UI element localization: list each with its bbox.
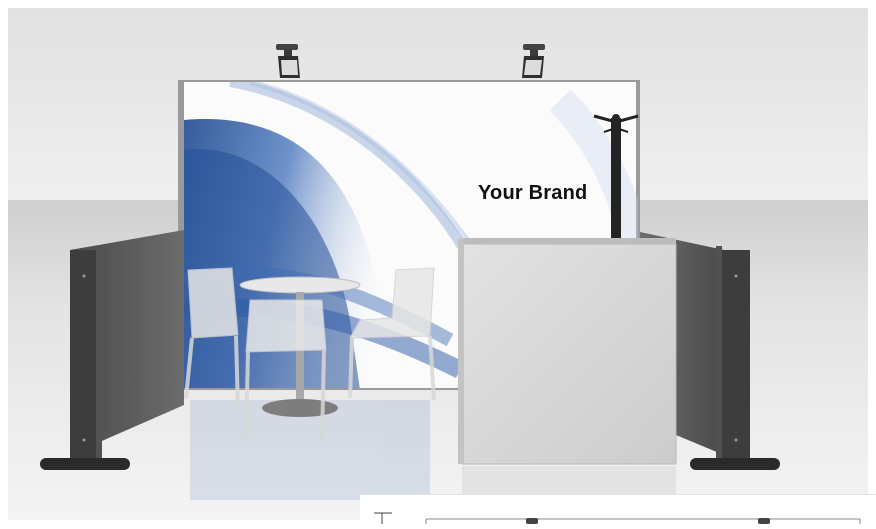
spotlight-icon <box>758 518 770 524</box>
booth-render <box>8 8 868 520</box>
spotlight-icon <box>522 44 545 78</box>
inset-panel <box>360 494 876 524</box>
spotlight-icon <box>276 44 300 78</box>
reception-counter <box>458 238 677 465</box>
spotlight-icon <box>526 518 538 524</box>
brand-text: Your Brand <box>478 182 588 204</box>
